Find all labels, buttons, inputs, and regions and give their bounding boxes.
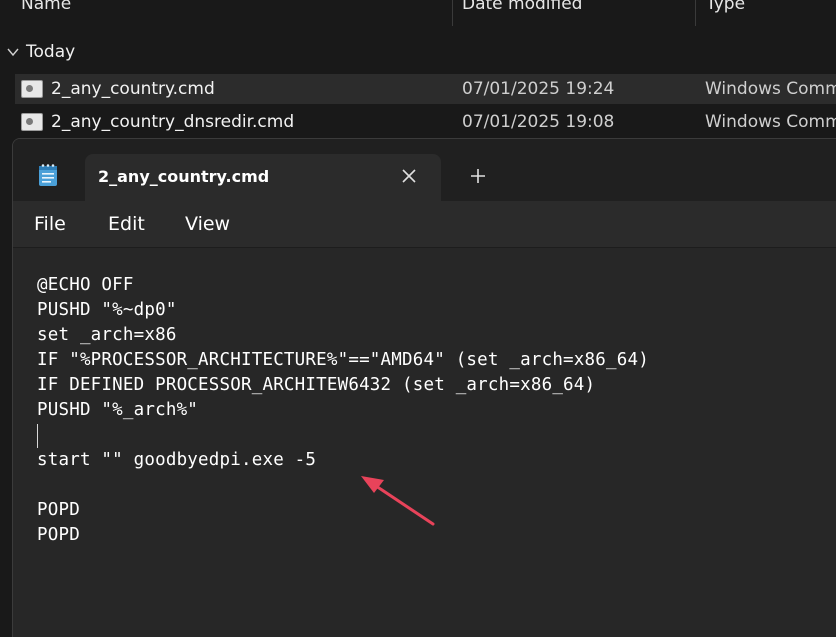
column-separator[interactable] xyxy=(452,0,453,26)
code-line: POPD xyxy=(37,525,80,545)
file-row[interactable]: 2_any_country.cmd 07/01/2025 19:24 Windo… xyxy=(15,74,836,104)
file-name: 2_any_country_dnsredir.cmd xyxy=(51,112,295,132)
column-header-name[interactable]: Name xyxy=(21,0,71,24)
code-line: IF "%PROCESSOR_ARCHITECTURE%"=="AMD64" (… xyxy=(37,350,649,370)
group-label: Today xyxy=(26,42,76,62)
chevron-down-icon xyxy=(7,48,19,57)
tab-bar: 2_any_country.cmd xyxy=(13,139,836,202)
tab-active-file[interactable]: 2_any_country.cmd xyxy=(85,154,441,202)
cmd-file-icon xyxy=(21,113,43,131)
code-line: IF DEFINED PROCESSOR_ARCHITEW6432 (set _… xyxy=(37,375,596,395)
text-editor[interactable]: @ECHO OFF PUSHD "%~dp0" set _arch=x86 IF… xyxy=(13,248,836,637)
code-line: PUSHD "%~dp0" xyxy=(37,300,177,320)
notepad-window: 2_any_country.cmd File Edit View @ECHO O… xyxy=(12,138,836,637)
column-separator[interactable] xyxy=(695,0,696,26)
menu-edit[interactable]: Edit xyxy=(108,213,145,235)
cmd-file-icon xyxy=(21,80,43,98)
code-line: set _arch=x86 xyxy=(37,325,177,345)
code-line: start "" goodbyedpi.exe -5 xyxy=(37,450,317,470)
menu-bar: File Edit View xyxy=(13,201,836,248)
code-line: @ECHO OFF xyxy=(37,275,134,295)
column-header-type[interactable]: Type xyxy=(706,0,745,24)
menu-file[interactable]: File xyxy=(34,213,66,235)
text-caret xyxy=(37,424,38,448)
file-date: 07/01/2025 19:08 xyxy=(462,112,615,132)
file-name: 2_any_country.cmd xyxy=(51,79,215,99)
file-type: Windows Comm xyxy=(705,79,836,99)
code-line: POPD xyxy=(37,500,80,520)
file-date: 07/01/2025 19:24 xyxy=(462,79,615,99)
close-icon[interactable] xyxy=(399,166,419,186)
file-type: Windows Comm xyxy=(705,112,836,132)
column-header-date-modified[interactable]: Date modified xyxy=(462,0,582,24)
code-line: PUSHD "%_arch%" xyxy=(37,400,199,420)
group-header-today[interactable]: Today xyxy=(6,40,75,64)
notepad-app-icon xyxy=(39,164,57,186)
file-row[interactable]: 2_any_country_dnsredir.cmd 07/01/2025 19… xyxy=(15,107,836,137)
menu-view[interactable]: View xyxy=(185,213,230,235)
new-tab-plus-icon[interactable] xyxy=(468,166,488,186)
tab-title: 2_any_country.cmd xyxy=(98,167,270,186)
